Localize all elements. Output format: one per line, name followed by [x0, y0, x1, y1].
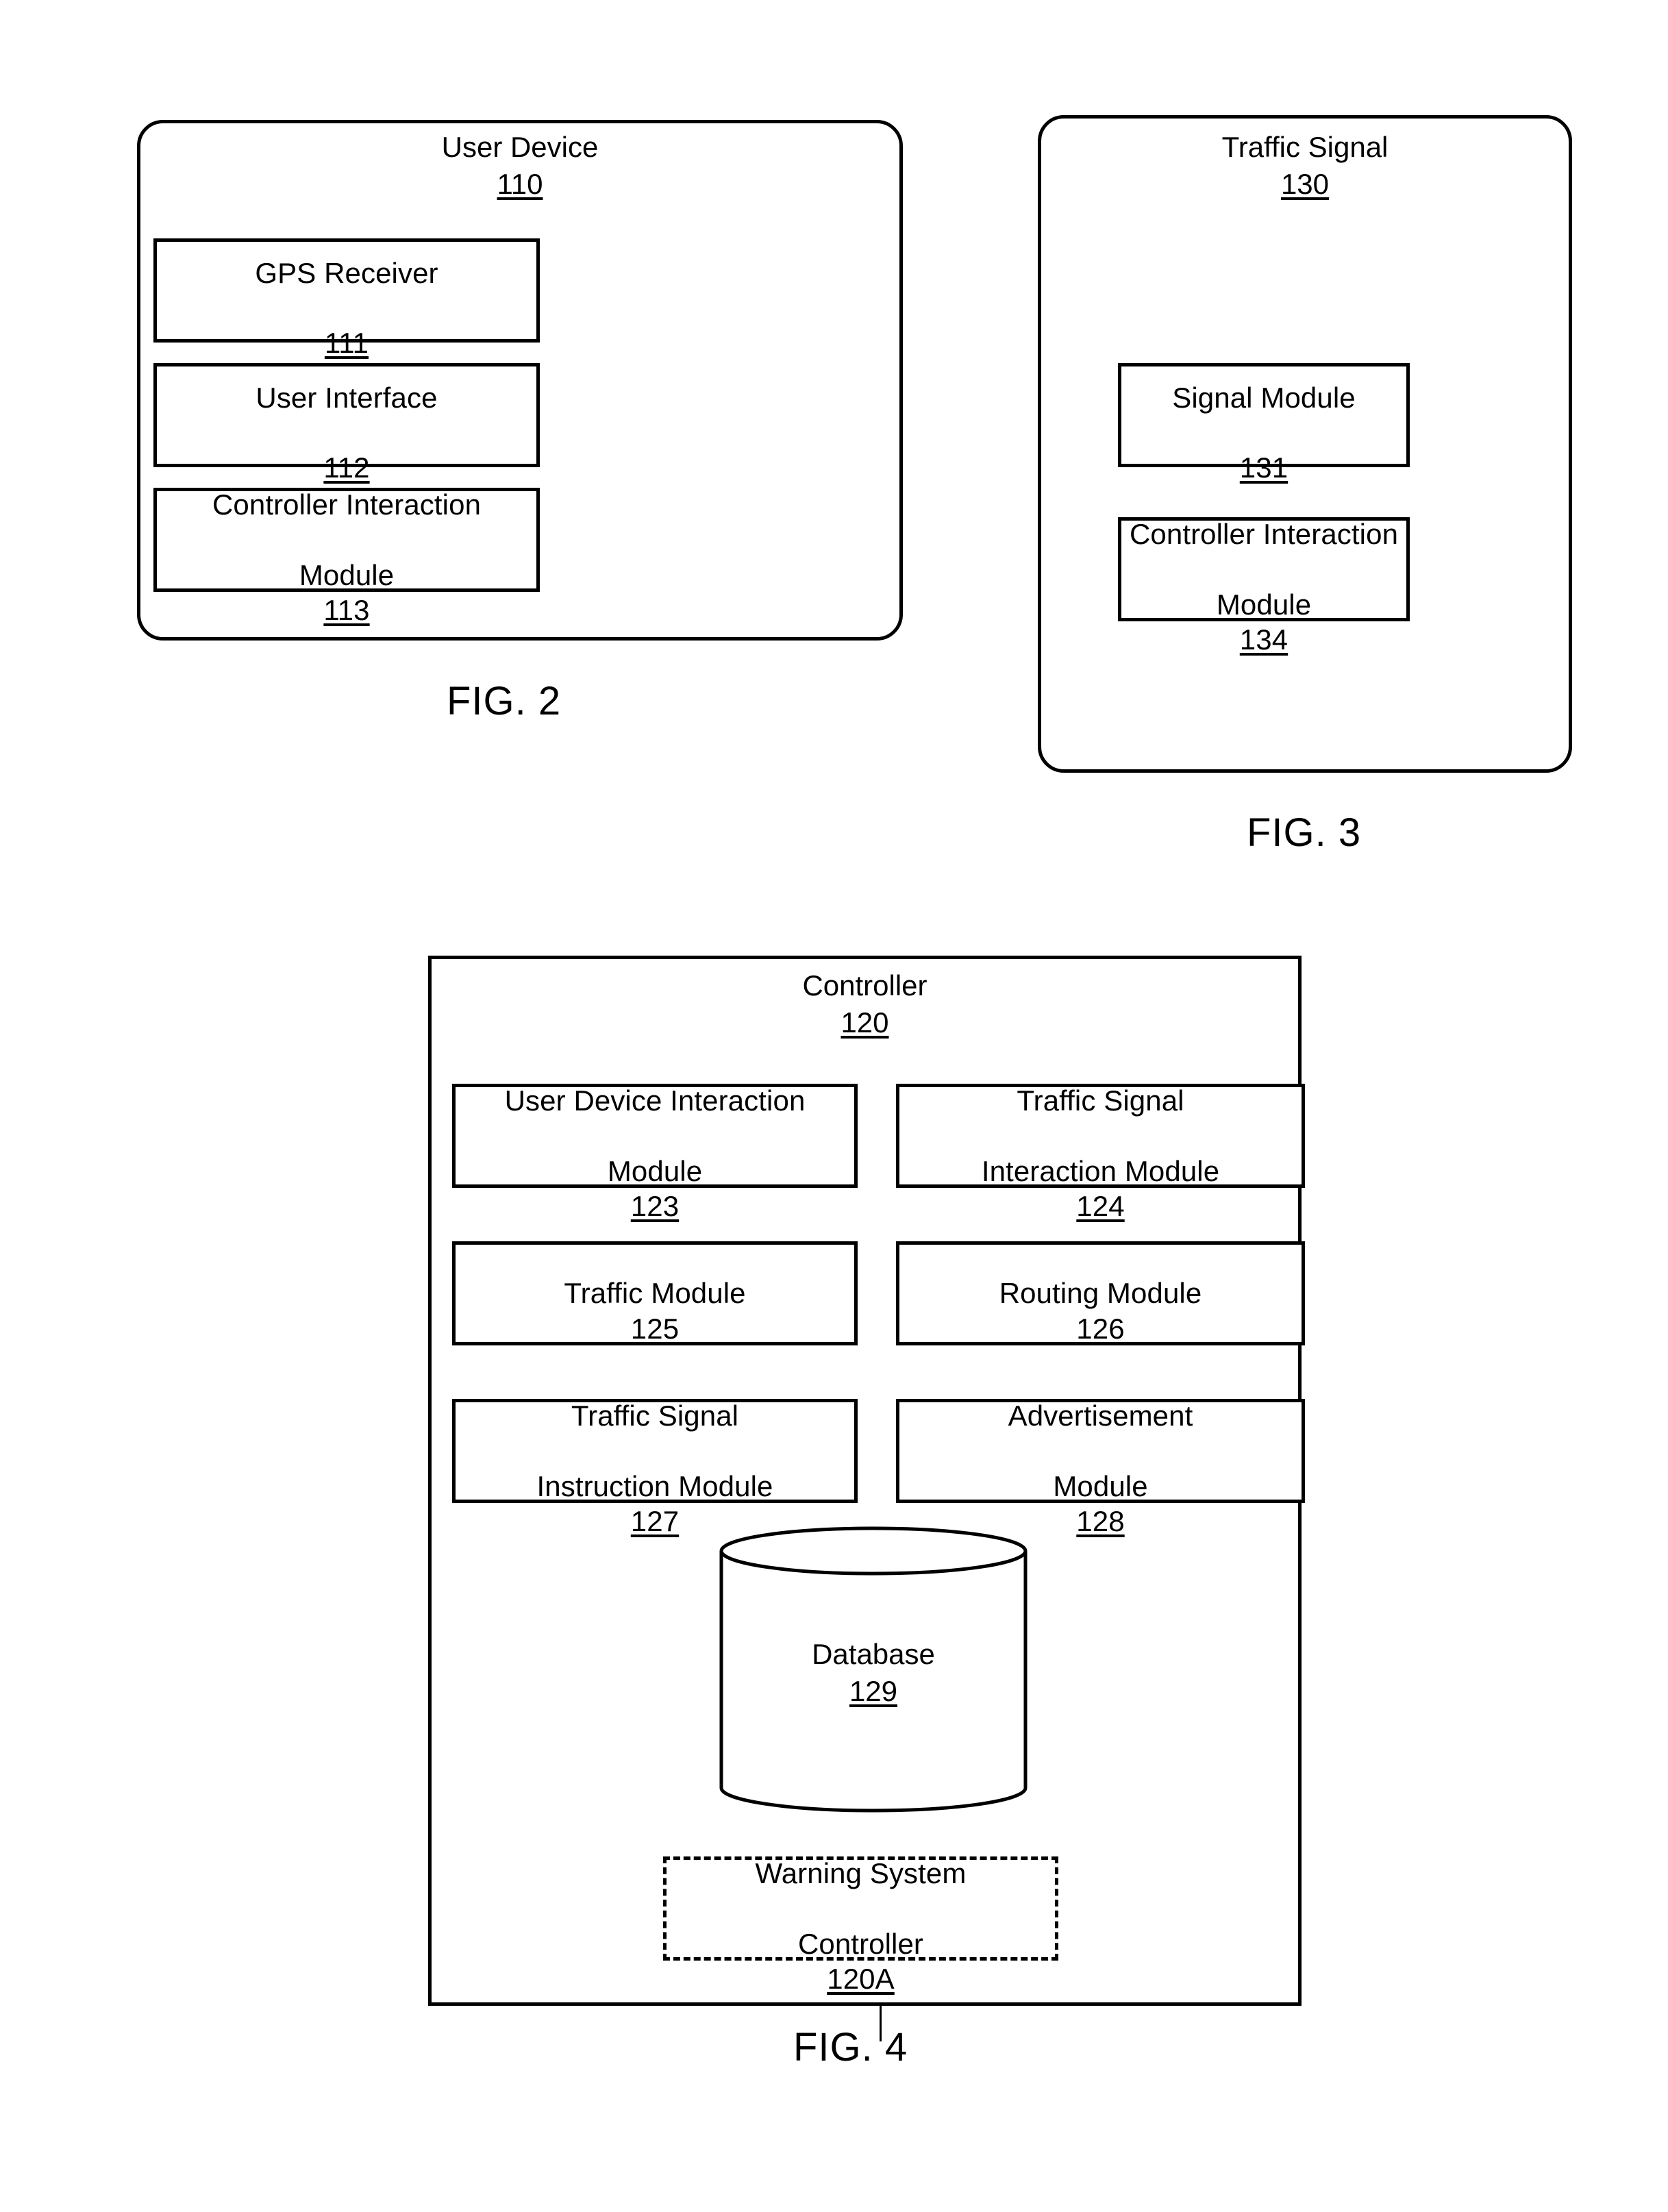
- fig4-module-user-device-interaction-line1: User Device Interaction: [504, 1084, 806, 1117]
- fig3-module-signal-ref: 131: [1239, 451, 1289, 484]
- fig2-module-gps-receiver-name: GPS Receiver: [255, 256, 438, 289]
- fig4-module-routing-label: Routing Module 126: [999, 1241, 1202, 1346]
- fig4-module-user-device-interaction: User Device Interaction Module 123: [452, 1084, 858, 1222]
- fig4-module-advertisement-line2: Module: [1053, 1469, 1148, 1502]
- fig4-module-traffic-signal-interaction-ref: 124: [1076, 1189, 1125, 1222]
- fig3-module-signal: Signal Module 131: [1118, 363, 1410, 484]
- fig2-module-user-interface-name: User Interface: [256, 381, 438, 414]
- database-label: Database 129: [719, 1636, 1028, 1710]
- fig2-title-block: User Device 110: [137, 129, 903, 203]
- fig4-warning-system-controller-line2: Controller: [797, 1927, 924, 1960]
- fig2-title-text: User Device: [441, 131, 599, 163]
- fig3-reference-number: 130: [1280, 167, 1330, 200]
- fig2-module-controller-interaction: Controller Interaction Module 113: [153, 488, 540, 626]
- fig2-module-controller-interaction-name: Controller Interaction: [212, 488, 482, 521]
- fig4-warning-system-controller: Warning System Controller 120A: [663, 1856, 1058, 1995]
- fig3-module-controller-interaction-name: Controller Interaction: [1129, 518, 1399, 551]
- fig2-module-gps-receiver-label: GPS Receiver 111: [255, 221, 438, 361]
- fig4-module-routing: Routing Module 126: [896, 1241, 1305, 1345]
- database-ref: 129: [849, 1674, 898, 1707]
- fig4-module-advertisement-line1: Advertisement: [1008, 1400, 1193, 1432]
- fig4-warning-system-controller-label: Warning System Controller 120A: [756, 1821, 967, 1996]
- fig3-module-controller-interaction-prefix: Module: [1216, 588, 1312, 621]
- fig4-module-advertisement: Advertisement Module 128: [896, 1399, 1305, 1537]
- fig4-module-traffic-signal-interaction-line2: Interaction Module: [981, 1154, 1220, 1187]
- fig4-warning-system-controller-line1: Warning System: [755, 1857, 967, 1890]
- fig4-module-traffic: Traffic Module 125: [452, 1241, 858, 1345]
- fig4-module-routing-ref: 126: [1076, 1312, 1125, 1345]
- fig2-module-controller-interaction-prefix: Module: [299, 558, 395, 591]
- fig4-module-traffic-signal-instruction-label: Traffic Signal Instruction Module 127: [537, 1363, 773, 1539]
- fig3-caption: FIG. 3: [1247, 810, 1362, 855]
- fig4-module-user-device-interaction-label: User Device Interaction Module 123: [505, 1048, 806, 1223]
- fig3-module-controller-interaction: Controller Interaction Module 134: [1118, 517, 1410, 656]
- fig3-title-text: Traffic Signal: [1221, 131, 1389, 163]
- fig3-module-controller-interaction-label: Controller Interaction Module 134: [1130, 482, 1398, 657]
- fig3-module-signal-name: Signal Module: [1172, 381, 1356, 414]
- fig2-reference-number: 110: [497, 167, 543, 200]
- fig4-module-traffic-signal-interaction: Traffic Signal Interaction Module 124: [896, 1084, 1305, 1222]
- fig4-module-traffic-signal-instruction-ref: 127: [630, 1504, 680, 1537]
- fig4-module-routing-line2: Routing Module: [999, 1277, 1202, 1310]
- fig2-module-controller-interaction-ref: 113: [323, 593, 370, 626]
- fig4-module-traffic-signal-interaction-line1: Traffic Signal: [1017, 1084, 1184, 1117]
- fig2-caption: FIG. 2: [447, 679, 562, 723]
- fig4-title-block: Controller 120: [428, 967, 1302, 1041]
- fig4-module-traffic-signal-interaction-label: Traffic Signal Interaction Module 124: [982, 1048, 1219, 1223]
- fig2-module-gps-receiver: GPS Receiver 111: [153, 238, 540, 359]
- fig4-module-traffic-signal-instruction-line2: Instruction Module: [536, 1469, 773, 1502]
- fig3-title-block: Traffic Signal 130: [1038, 129, 1572, 203]
- fig4-caption: FIG. 4: [793, 2025, 908, 2070]
- fig2-module-controller-interaction-label: Controller Interaction Module 113: [212, 452, 481, 627]
- fig4-module-traffic-signal-instruction-line1: Traffic Signal: [571, 1400, 739, 1432]
- fig4-reference-number: 120: [841, 1006, 889, 1039]
- database-name: Database: [812, 1638, 935, 1670]
- fig3-module-controller-interaction-ref: 134: [1239, 623, 1289, 656]
- fig4-module-user-device-interaction-line2: Module: [607, 1154, 703, 1187]
- fig3-module-signal-label: Signal Module 131: [1172, 345, 1355, 486]
- fig4-module-traffic-label: Traffic Module 125: [564, 1241, 745, 1346]
- fig4-module-advertisement-ref: 128: [1076, 1504, 1125, 1537]
- fig4-module-traffic-ref: 125: [630, 1312, 680, 1345]
- fig4-module-traffic-line2: Traffic Module: [564, 1277, 746, 1310]
- fig4-module-user-device-interaction-ref: 123: [630, 1189, 680, 1222]
- fig4-module-traffic-signal-instruction: Traffic Signal Instruction Module 127: [452, 1399, 858, 1537]
- patent-figure-sheet: User Device 110 GPS Receiver 111 User In…: [0, 0, 1668, 2212]
- fig4-title-text: Controller: [802, 969, 928, 1002]
- fig4-warning-system-controller-ref: 120A: [827, 1962, 895, 1995]
- fig4-module-advertisement-label: Advertisement Module 128: [1008, 1363, 1193, 1539]
